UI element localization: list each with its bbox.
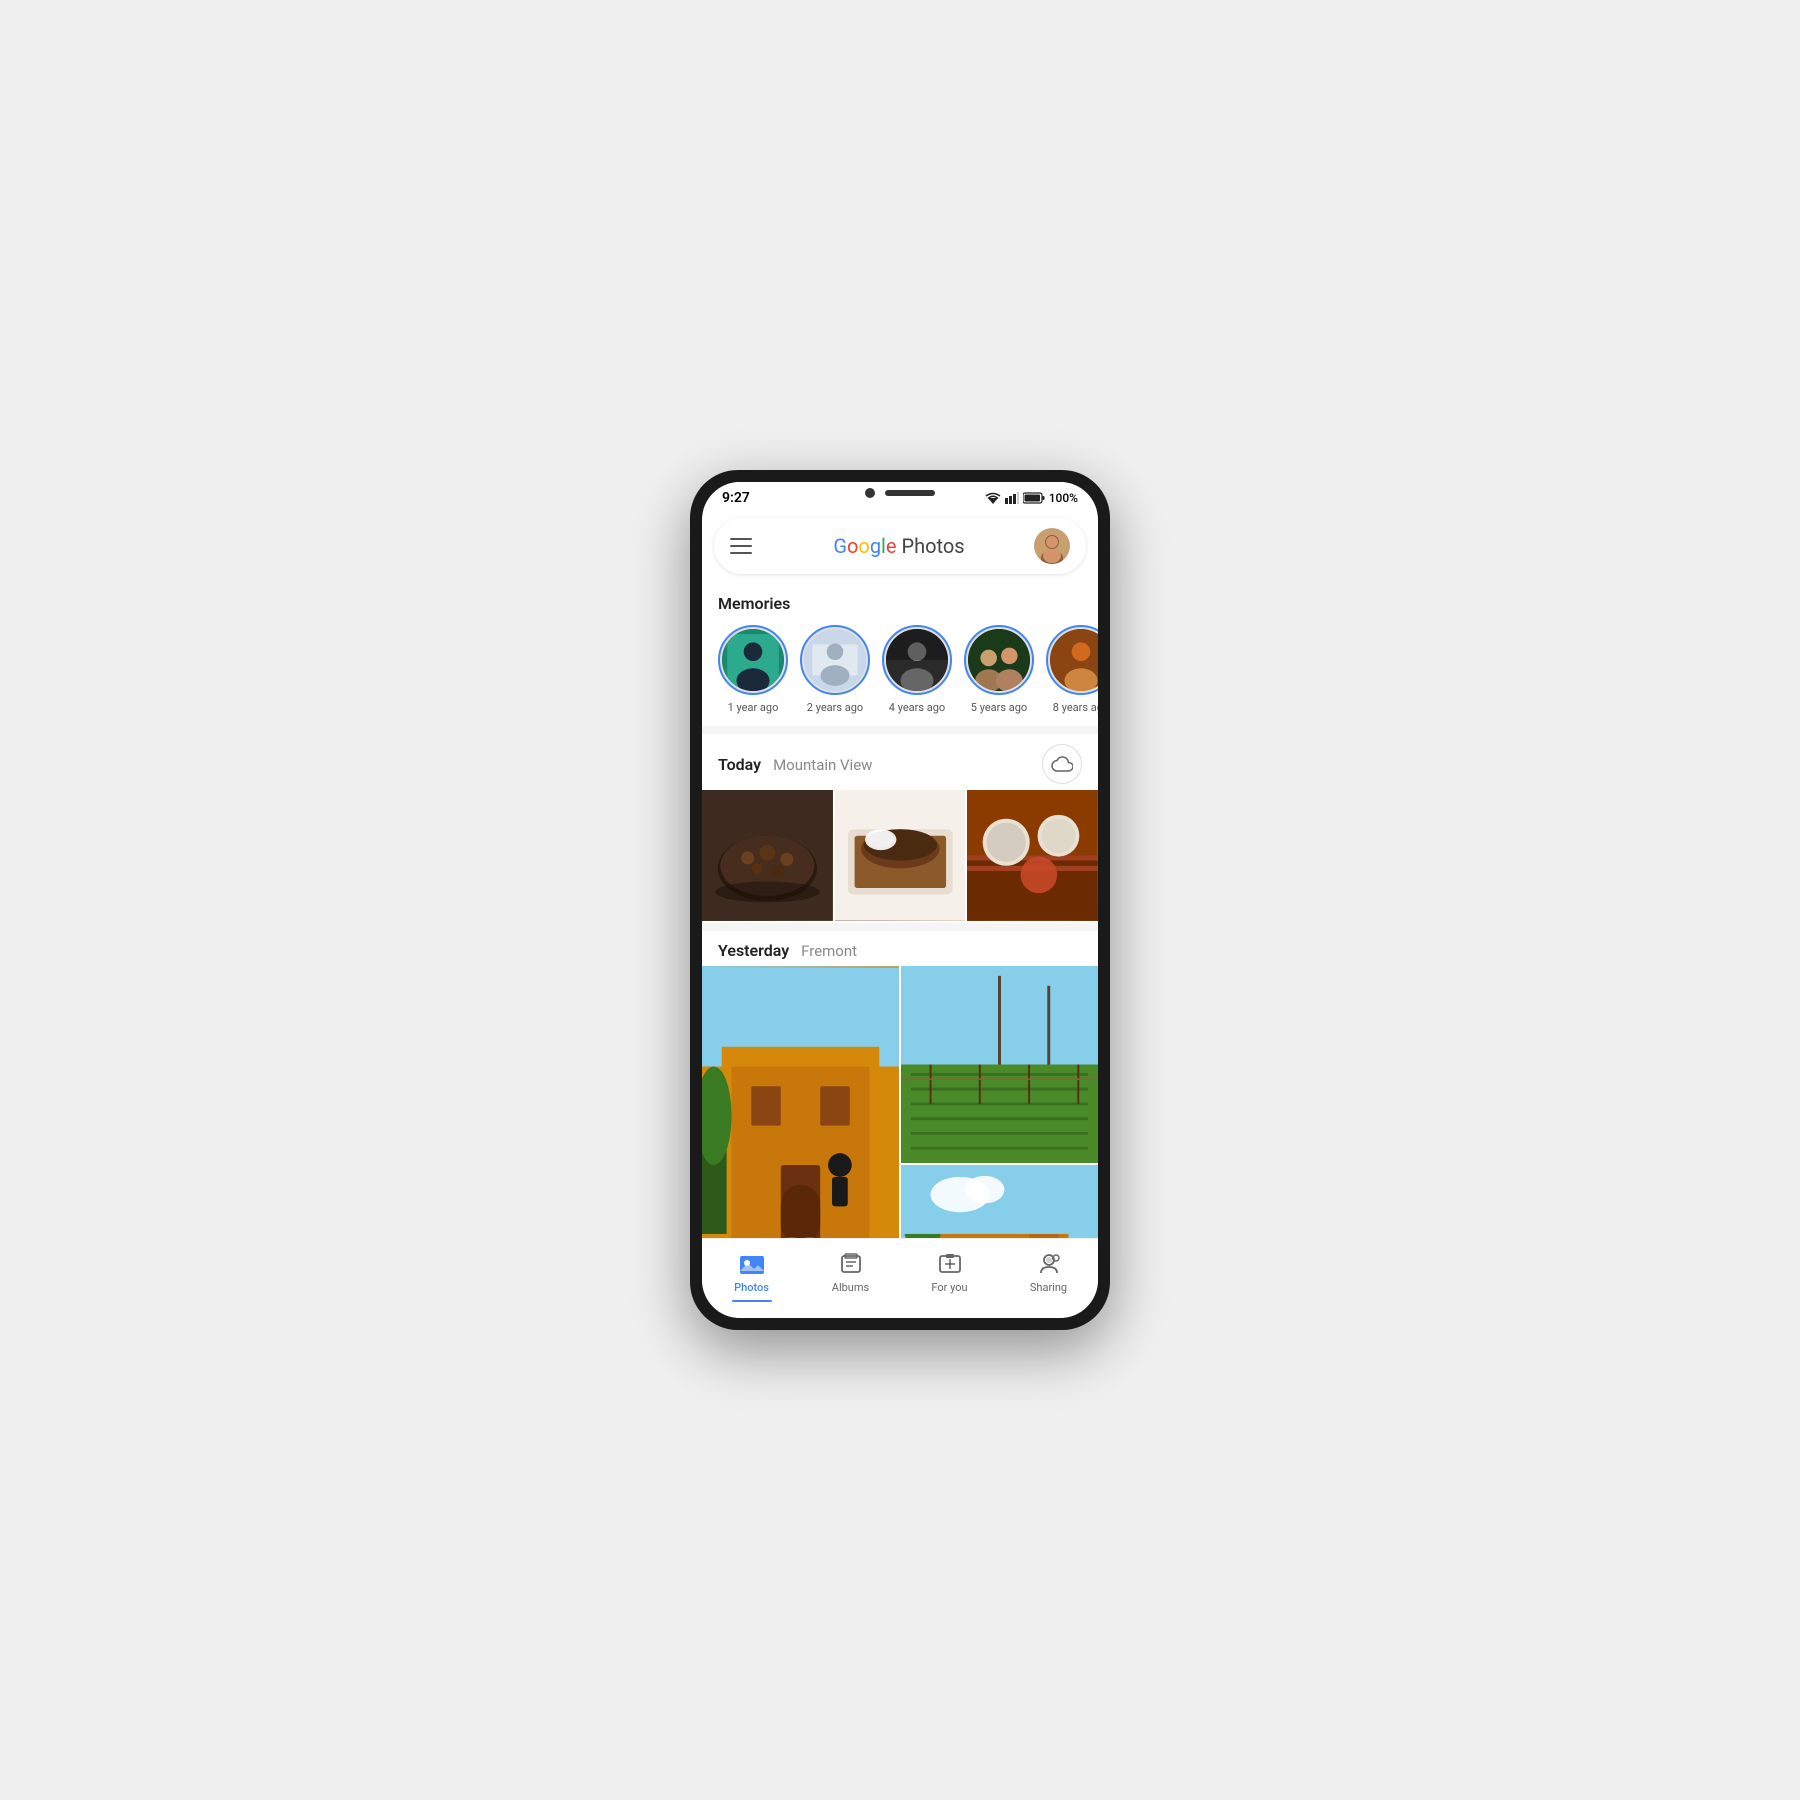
photos-nav-label: Photos [734,1281,769,1294]
memory-label-2: 4 years ago [889,701,945,714]
memory-label-3: 5 years ago [971,701,1027,714]
today-header: Today Mountain View [702,734,1098,790]
memory-item-0[interactable]: 1 year ago [718,625,788,714]
yesterday-header: Yesterday Fremont [702,931,1098,966]
menu-button[interactable] [730,538,752,554]
today-photo-grid [702,790,1098,921]
section-divider-2 [702,923,1098,931]
nav-for-you[interactable]: For you [900,1247,999,1306]
yesterday-date-label: Yesterday [718,941,789,960]
sharing-nav-label: Sharing [1030,1281,1067,1294]
memory-circle-3 [964,625,1034,695]
memories-scroll[interactable]: 1 year ago [702,621,1098,726]
yesterday-photo-right-bottom[interactable] [901,1165,1098,1238]
front-camera [865,488,875,498]
albums-icon [839,1253,863,1275]
bottom-navigation: Photos Albums [702,1238,1098,1318]
app-header: Google Photos [714,518,1086,574]
albums-nav-label: Albums [832,1281,869,1294]
photo-cell-1[interactable] [835,790,966,921]
memory-circle-2 [882,625,952,695]
yesterday-date-group: Yesterday Fremont [718,941,857,960]
memory-item-1[interactable]: 2 years ago [800,625,870,714]
photos-icon [739,1253,765,1275]
sharing-nav-icon [1036,1251,1062,1277]
memory-circle-0 [718,625,788,695]
memories-section: Memories [702,582,1098,726]
status-time: 9:27 [722,490,750,506]
nav-active-indicator [732,1300,772,1302]
memory-item-4[interactable]: 8 years ago [1046,625,1098,714]
memory-item-2[interactable]: 4 years ago [882,625,952,714]
yesterday-photo-grid [702,966,1098,1238]
nav-photos[interactable]: Photos [702,1247,801,1306]
memory-circle-1 [800,625,870,695]
for-you-nav-label: For you [931,1281,967,1294]
nav-sharing[interactable]: Sharing [999,1247,1098,1306]
memory-label-1: 2 years ago [807,701,863,714]
today-date-label: Today [718,755,761,774]
today-date-group: Today Mountain View [718,755,872,774]
memory-label-4: 8 years ago [1053,701,1098,714]
status-icons: 100% [985,491,1078,505]
photos-nav-icon [739,1251,765,1277]
for-you-nav-icon [937,1251,963,1277]
speaker [885,490,935,496]
memory-circle-4 [1046,625,1098,695]
photo-cell-2[interactable] [967,790,1098,921]
backup-button[interactable] [1042,744,1082,784]
cloud-icon [1051,756,1073,772]
photo-cell-0[interactable] [702,790,833,921]
avatar[interactable] [1034,528,1070,564]
memory-label-0: 1 year ago [728,701,779,714]
for-you-icon [938,1253,962,1275]
today-location: Mountain View [773,756,872,774]
memory-item-3[interactable]: 5 years ago [964,625,1034,714]
signal-icon [1005,492,1019,504]
nav-albums[interactable]: Albums [801,1247,900,1306]
main-scroll-area[interactable]: Memories [702,582,1098,1238]
albums-nav-icon [838,1251,864,1277]
app-logo: Google Photos [764,534,1034,558]
battery-icon [1023,492,1045,504]
yesterday-photo-main[interactable] [702,966,899,1238]
sharing-icon [1037,1253,1061,1275]
yesterday-location: Fremont [801,942,857,960]
memories-label: Memories [702,582,1098,621]
wifi-icon [985,492,1001,504]
today-section: Today Mountain View [702,734,1098,921]
yesterday-section: Yesterday Fremont [702,931,1098,1238]
battery-text: 100% [1049,491,1078,505]
yesterday-photo-right-top[interactable] [901,966,1098,1163]
phone-frame: 9:27 [690,470,1110,1330]
section-divider-1 [702,726,1098,734]
phone-screen: 9:27 [702,482,1098,1318]
